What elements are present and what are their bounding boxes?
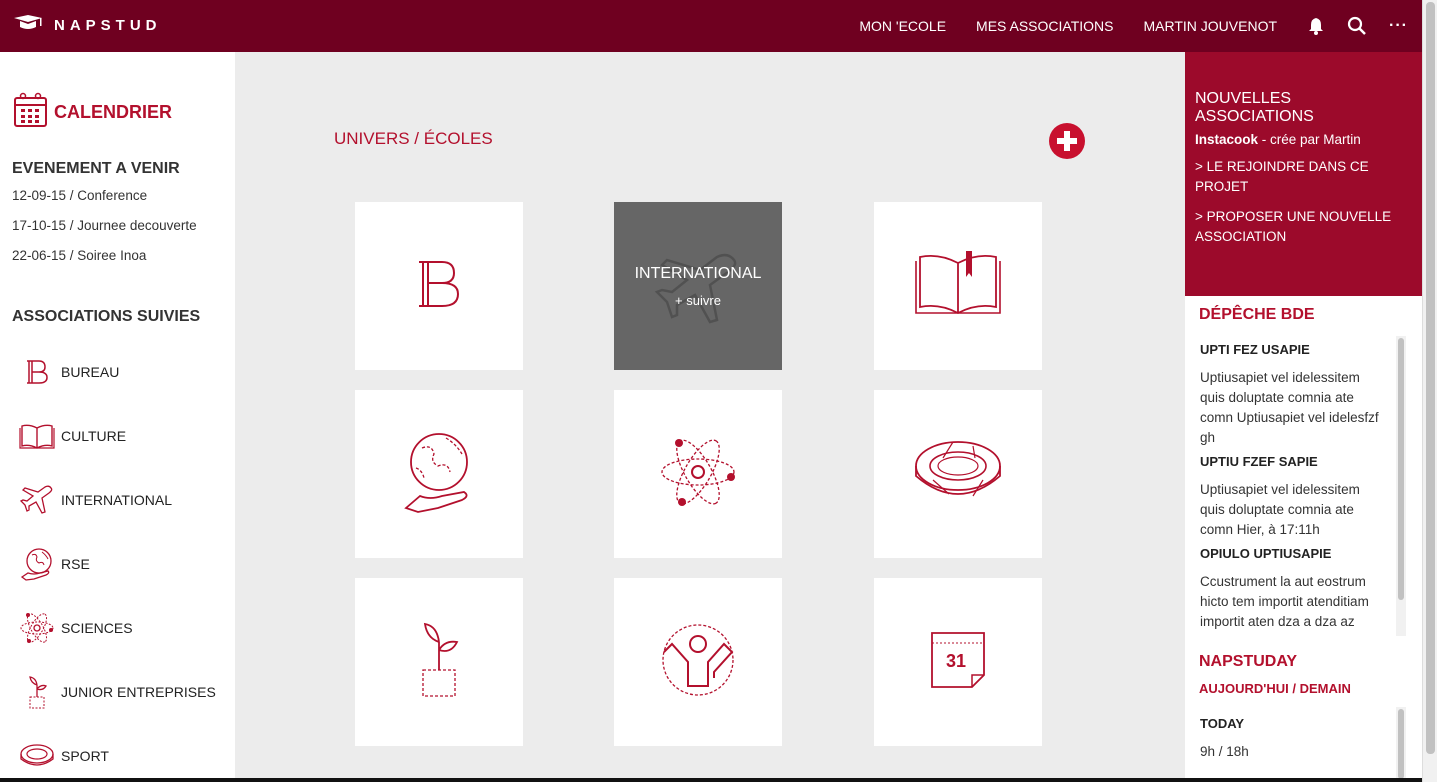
depeche-head[interactable]: UPTI FEZ USAPIE [1200, 342, 1380, 368]
new-assoc-author: - crée par Martin [1258, 132, 1361, 147]
sidebar-item-label: CULTURE [61, 428, 127, 444]
main-content: UNIVERS / ÉCOLES INTERNATIONAL + suivre [235, 52, 1185, 782]
sidebar-item-culture[interactable]: CULTURE [12, 404, 222, 468]
propose-association-link[interactable]: > PROPOSER UNE NOUVELLE ASSOCIATION [1195, 207, 1412, 247]
book-icon [914, 250, 1002, 322]
plant-icon [415, 620, 463, 705]
right-column: NOUVELLES ASSOCIATIONS Instacook - crée … [1185, 52, 1422, 782]
stadium-icon [12, 743, 61, 769]
sidebar-item-label: RSE [61, 556, 90, 572]
sidebar-item-junior-entreprises[interactable]: JUNIOR ENTREPRISES [12, 660, 222, 724]
depeche-list: UPTI FEZ USAPIE Uptiusapiet vel idelessi… [1200, 342, 1380, 638]
depeche-body: Uptiusapiet vel idelessitem quis dolupta… [1200, 482, 1360, 537]
person-circle-icon [660, 622, 736, 703]
graduation-cap-icon [12, 14, 44, 37]
bottom-edge [0, 778, 1422, 782]
tile-sport[interactable] [874, 390, 1042, 558]
napstuday-scrollbar-thumb[interactable] [1398, 709, 1404, 779]
depeche-body: Uptiusapiet vel idelessitem quis dolupta… [1200, 370, 1379, 445]
followed-assoc-list: BUREAU CULTURE INTERNATIONAL RSE SCIENCE… [12, 340, 222, 782]
top-nav: MON 'ECOLE MES ASSOCIATIONS MARTIN JOUVE… [859, 0, 1422, 52]
sidebar-item-rse[interactable]: RSE [12, 532, 222, 596]
bureau-b-icon [12, 359, 61, 385]
new-assoc-name[interactable]: Instacook [1195, 132, 1258, 147]
breadcrumb[interactable]: UNIVERS / ÉCOLES [334, 129, 493, 149]
sidebar-item-international[interactable]: INTERNATIONAL [12, 468, 222, 532]
nav-mes-associations[interactable]: MES ASSOCIATIONS [976, 18, 1113, 34]
tile-rse[interactable] [355, 390, 523, 558]
today-label: TODAY [1200, 716, 1245, 731]
sidebar-item-bureau[interactable]: BUREAU [12, 340, 222, 404]
sidebar-item-label: JUNIOR ENTREPRISES [61, 684, 216, 700]
tile-sciences[interactable] [614, 390, 782, 558]
airplane-icon [12, 485, 61, 515]
napstuday-day-toggle[interactable]: AUJOURD'HUI / DEMAIN [1199, 681, 1351, 696]
stadium-icon [913, 438, 1003, 511]
nav-mon-ecole[interactable]: MON 'ECOLE [859, 18, 946, 34]
follow-button[interactable]: + suivre [675, 293, 721, 308]
page-scrollbar-thumb[interactable] [1426, 2, 1435, 754]
add-association-button[interactable] [1049, 123, 1085, 159]
new-associations-panel: NOUVELLES ASSOCIATIONS Instacook - crée … [1185, 52, 1422, 296]
sidebar-item-sport[interactable]: SPORT [12, 724, 222, 782]
calendar-31-icon: 31 [928, 629, 988, 696]
tile-hover-title: INTERNATIONAL [634, 264, 762, 282]
event-list: 12-09-15 / Conference 17-10-15 / Journee… [12, 188, 197, 278]
plant-icon [12, 675, 61, 709]
sidebar-item-label: SPORT [61, 748, 109, 764]
followed-assoc-title: ASSOCIATIONS SUIVIES [12, 308, 201, 325]
tile-international[interactable]: INTERNATIONAL + suivre [614, 202, 782, 370]
calendar-header[interactable]: CALENDRIER [13, 92, 172, 133]
event-item[interactable]: 22-06-15 / Soiree Inoa [12, 248, 197, 278]
calendar-icon [13, 92, 48, 133]
calendar-title: CALENDRIER [54, 102, 173, 122]
sidebar-item-label: SCIENCES [61, 620, 133, 636]
globe-hand-icon [12, 547, 61, 581]
depeche-head[interactable]: UPTIU FZEF SAPIE [1200, 454, 1380, 480]
tile-events[interactable]: 31 [874, 578, 1042, 746]
sidebar-item-label: BUREAU [61, 364, 120, 380]
sidebar-item-label: INTERNATIONAL [61, 492, 172, 508]
atom-icon [658, 435, 738, 514]
book-icon [12, 422, 61, 450]
top-navbar: NAPSTUD MON 'ECOLE MES ASSOCIATIONS MART… [0, 0, 1422, 52]
tile-culture[interactable] [874, 202, 1042, 370]
globe-hand-icon [404, 430, 474, 519]
event-item[interactable]: 12-09-15 / Conference [12, 188, 197, 218]
depeche-scrollbar[interactable] [1396, 336, 1406, 636]
depeche-body: Ccustrument la aut eostrum hicto tem imp… [1200, 574, 1369, 629]
napstuday-scrollbar[interactable] [1396, 707, 1406, 782]
page-scrollbar[interactable] [1422, 0, 1437, 782]
logo-text: NAPSTUD [54, 17, 162, 34]
nav-user-profile[interactable]: MARTIN JOUVENOT [1143, 18, 1277, 34]
napstuday-title: NAPSTUDAY [1199, 653, 1298, 670]
join-project-link[interactable]: > LE REJOINDRE DANS CE PROJET [1195, 157, 1412, 197]
event-item[interactable]: 17-10-15 / Journee decouverte [12, 218, 197, 248]
today-hours: 9h / 18h [1200, 744, 1249, 759]
more-icon[interactable]: ··· [1389, 17, 1408, 35]
bureau-b-icon [416, 258, 462, 315]
logo[interactable]: NAPSTUD [12, 14, 162, 37]
events-title: EVENEMENT A VENIR [12, 160, 180, 177]
svg-text:31: 31 [946, 651, 966, 671]
depeche-scrollbar-thumb[interactable] [1398, 338, 1404, 600]
new-assoc-line: Instacook - crée par Martin [1195, 132, 1412, 147]
tile-solidarity[interactable] [614, 578, 782, 746]
tile-bureau[interactable] [355, 202, 523, 370]
atom-icon [12, 611, 61, 645]
depeche-title: DÉPÊCHE BDE [1199, 306, 1315, 323]
search-icon[interactable] [1347, 16, 1367, 36]
depeche-head[interactable]: OPIULO UPTIUSAPIE [1200, 546, 1380, 572]
left-sidebar: CALENDRIER EVENEMENT A VENIR 12-09-15 / … [0, 52, 235, 782]
tile-junior-entreprises[interactable] [355, 578, 523, 746]
sidebar-item-sciences[interactable]: SCIENCES [12, 596, 222, 660]
bell-icon[interactable] [1307, 17, 1325, 35]
new-assoc-title: NOUVELLES ASSOCIATIONS [1195, 90, 1314, 125]
